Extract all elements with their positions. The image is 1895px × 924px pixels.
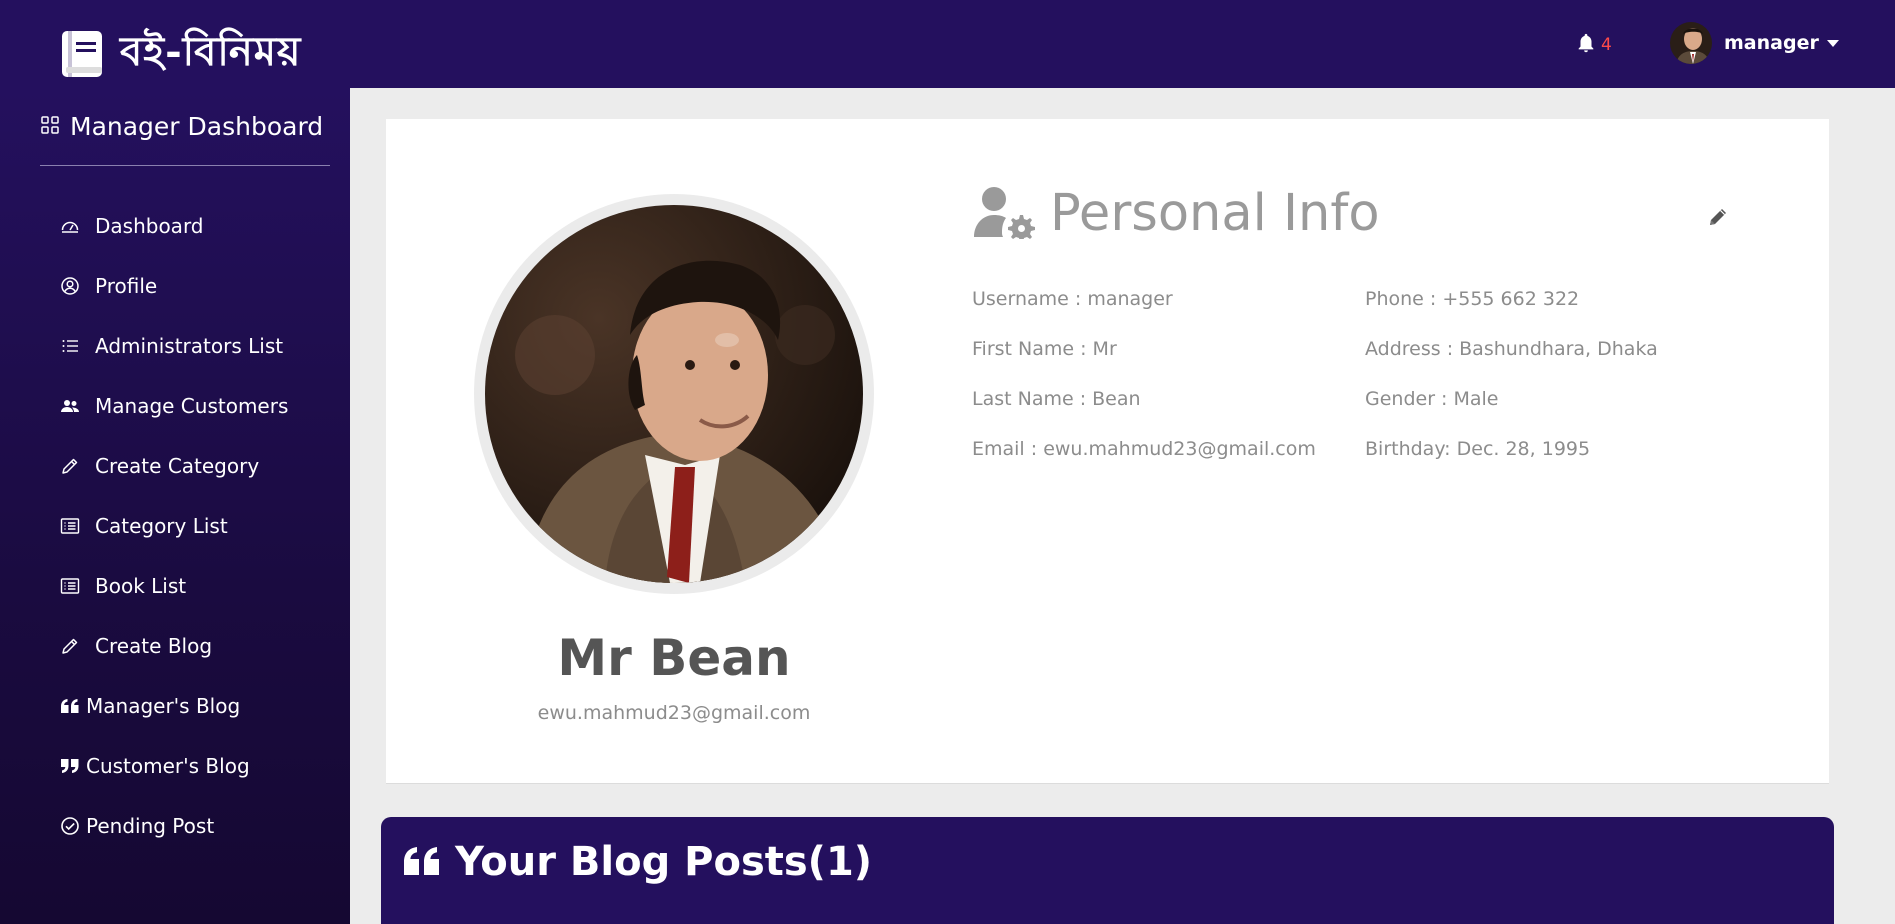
quote-right-icon bbox=[59, 755, 81, 777]
info-column-left: Username : manager First Name : Mr Last … bbox=[972, 287, 1316, 487]
notification-button[interactable]: 4 bbox=[1575, 32, 1612, 58]
info-phone: Phone : +555 662 322 bbox=[1365, 288, 1580, 310]
sidebar-item-label: Profile bbox=[95, 274, 158, 298]
sidebar-item-profile[interactable]: Profile bbox=[0, 256, 350, 316]
sidebar-nav: Dashboard Profile Administrators List Ma… bbox=[0, 196, 350, 856]
sidebar-item-label: Customer's Blog bbox=[86, 754, 250, 778]
speedometer-icon bbox=[59, 215, 81, 237]
user-name: manager bbox=[1724, 32, 1819, 54]
sidebar-divider bbox=[40, 165, 330, 166]
sidebar-item-book-list[interactable]: Book List bbox=[0, 556, 350, 616]
sidebar-item-label: Administrators List bbox=[95, 334, 284, 358]
quote-left-icon bbox=[59, 695, 81, 717]
profile-email: ewu.mahmud23@gmail.com bbox=[537, 702, 811, 724]
sidebar-title: Manager Dashboard bbox=[70, 112, 324, 141]
user-menu-toggle[interactable]: manager bbox=[1670, 22, 1839, 64]
info-birthday: Birthday: Dec. 28, 1995 bbox=[1365, 438, 1591, 460]
info-address: Address : Bashundhara, Dhaka bbox=[1365, 338, 1658, 360]
user-gear-icon bbox=[972, 185, 1036, 243]
sidebar-item-label: Create Category bbox=[95, 454, 260, 478]
brand-link[interactable]: বই-বিনিময় bbox=[60, 20, 301, 87]
sidebar-item-label: Dashboard bbox=[95, 214, 204, 238]
sidebar-item-customers-blog[interactable]: Customer's Blog bbox=[0, 736, 350, 796]
profile-image bbox=[485, 205, 863, 583]
sidebar-item-label: Pending Post bbox=[86, 814, 215, 838]
pencil-icon bbox=[1706, 209, 1730, 233]
sidebar-item-managers-blog[interactable]: Manager's Blog bbox=[0, 676, 350, 736]
sidebar-item-create-blog[interactable]: Create Blog bbox=[0, 616, 350, 676]
info-first-name: First Name : Mr bbox=[972, 338, 1117, 360]
notification-count: 4 bbox=[1601, 35, 1612, 55]
people-icon bbox=[59, 395, 81, 417]
pencil-icon bbox=[59, 635, 81, 657]
info-gender: Gender : Male bbox=[1365, 388, 1499, 410]
quote-left-icon bbox=[401, 839, 443, 885]
book-icon bbox=[60, 29, 106, 79]
sidebar-item-create-category[interactable]: Create Category bbox=[0, 436, 350, 496]
sidebar-item-administrators-list[interactable]: Administrators List bbox=[0, 316, 350, 376]
sidebar-item-label: Manager's Blog bbox=[86, 694, 241, 718]
sidebar-item-label: Book List bbox=[95, 574, 187, 598]
sidebar-item-category-list[interactable]: Category List bbox=[0, 496, 350, 556]
profile-card: Mr Bean ewu.mahmud23@gmail.com Personal … bbox=[386, 119, 1829, 784]
chevron-down-icon bbox=[1826, 39, 1839, 47]
bell-icon bbox=[1575, 32, 1597, 58]
info-username: Username : manager bbox=[972, 288, 1173, 310]
sidebar-header: Manager Dashboard bbox=[40, 112, 323, 141]
sidebar-item-label: Category List bbox=[95, 514, 228, 538]
user-circle-icon bbox=[59, 275, 81, 297]
top-navbar: বই-বিনিময় 4 manager bbox=[0, 0, 1895, 88]
sidebar-item-dashboard[interactable]: Dashboard bbox=[0, 196, 350, 256]
edit-profile-button[interactable] bbox=[1706, 205, 1732, 231]
sidebar-item-label: Create Blog bbox=[95, 634, 213, 658]
info-last-name: Last Name : Bean bbox=[972, 388, 1141, 410]
personal-info-header: Personal Info bbox=[972, 184, 1380, 243]
grid-icon bbox=[40, 112, 60, 141]
pencil-icon bbox=[59, 455, 81, 477]
profile-full-name: Mr Bean bbox=[557, 629, 791, 687]
avatar bbox=[1670, 22, 1712, 64]
check-circle-icon bbox=[59, 815, 81, 837]
sidebar: Manager Dashboard Dashboard Profile Admi… bbox=[0, 88, 350, 924]
profile-photo bbox=[474, 194, 874, 594]
list-icon bbox=[59, 335, 81, 357]
blog-posts-title: Your Blog Posts(1) bbox=[455, 839, 873, 885]
list-box-icon bbox=[59, 575, 81, 597]
list-box-icon bbox=[59, 515, 81, 537]
info-email: Email : ewu.mahmud23@gmail.com bbox=[972, 438, 1316, 460]
info-column-right: Phone : +555 662 322 Address : Bashundha… bbox=[1365, 287, 1658, 487]
personal-info-title: Personal Info bbox=[1050, 184, 1380, 243]
brand-name: বই-বিনিময় bbox=[120, 28, 302, 75]
sidebar-item-label: Manage Customers bbox=[95, 394, 289, 418]
sidebar-item-manage-customers[interactable]: Manage Customers bbox=[0, 376, 350, 436]
blog-posts-header: Your Blog Posts(1) bbox=[381, 817, 1834, 924]
sidebar-item-pending-post[interactable]: Pending Post bbox=[0, 796, 350, 856]
